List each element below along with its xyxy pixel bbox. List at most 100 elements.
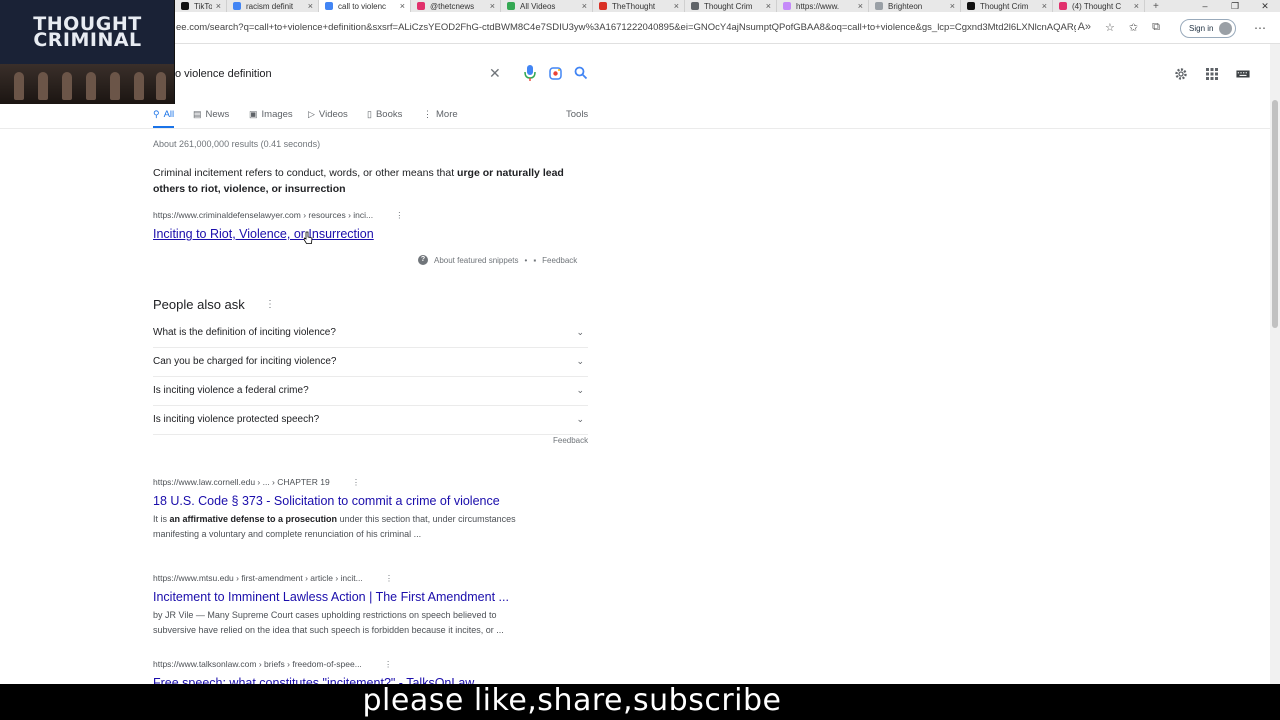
favorites-icon[interactable]: ✩: [1129, 21, 1138, 34]
hand-cursor-icon: [303, 231, 313, 244]
search-icon: ⚲: [153, 109, 160, 119]
browser-tab[interactable]: TikTok ×: [175, 0, 227, 12]
tab-favicon-icon: [233, 2, 241, 10]
browser-tab-strip: TikTok×racism definit×call to violenc×@t…: [0, 0, 1280, 12]
featured-feedback-link[interactable]: Feedback: [542, 256, 577, 265]
browser-tab[interactable]: racism definit ×: [227, 0, 319, 12]
tab-all[interactable]: ⚲ All: [153, 106, 175, 128]
tab-videos-label: Videos: [318, 109, 348, 120]
microphone-icon[interactable]: [524, 64, 536, 82]
restore-icon[interactable]: ❐: [1220, 1, 1250, 12]
clear-search-icon[interactable]: ✕: [489, 65, 501, 82]
panelist-figure: [134, 72, 144, 100]
tab-close-icon[interactable]: ×: [490, 1, 495, 11]
tab-close-icon[interactable]: ×: [674, 1, 679, 11]
minimize-icon[interactable]: –: [1190, 1, 1220, 11]
scrollbar-thumb[interactable]: [1272, 100, 1278, 328]
apps-grid-icon[interactable]: [1205, 67, 1219, 81]
tab-close-icon[interactable]: ×: [308, 1, 313, 11]
browser-tab[interactable]: TheThought ×: [593, 0, 685, 12]
google-lens-icon[interactable]: [549, 67, 562, 80]
tools-button[interactable]: Tools: [566, 106, 588, 128]
search-icon[interactable]: [574, 66, 588, 80]
sign-in-button[interactable]: Sign in: [1180, 19, 1236, 38]
search-input[interactable]: o violence definition: [175, 68, 272, 80]
new-tab-icon[interactable]: +: [1153, 1, 1159, 12]
panelist-figure: [156, 72, 166, 100]
keyboard-icon[interactable]: [1236, 67, 1250, 81]
browser-tab[interactable]: All Videos ×: [501, 0, 593, 12]
browser-tab[interactable]: (4) Thought C ×: [1053, 0, 1145, 12]
browser-tab[interactable]: https://www. ×: [777, 0, 869, 12]
tab-more-label: More: [436, 109, 458, 120]
tab-close-icon[interactable]: ×: [950, 1, 955, 11]
tab-title: https://www.: [796, 1, 840, 11]
tab-news[interactable]: ▤ News: [193, 106, 229, 128]
tab-close-icon[interactable]: ×: [1042, 1, 1047, 11]
chevron-down-icon: ⌄: [576, 327, 584, 337]
more-options-icon[interactable]: ⋮: [352, 477, 361, 487]
close-window-icon[interactable]: ✕: [1250, 1, 1280, 12]
browser-tab[interactable]: @thetcnews ×: [411, 0, 501, 12]
tab-title: All Videos: [520, 1, 556, 11]
panelist-figure: [14, 72, 24, 100]
favorite-star-icon[interactable]: ☆: [1105, 21, 1115, 34]
paa-question[interactable]: Is inciting violence a federal crime? ⌄: [153, 378, 588, 406]
feedback-icon: ▪: [533, 255, 537, 265]
paa-more-options-icon[interactable]: ⋮: [265, 299, 275, 310]
more-options-icon[interactable]: ⋮: [385, 573, 394, 583]
collections-icon[interactable]: ⧉: [1152, 21, 1160, 34]
tab-title: call to violenc: [338, 1, 387, 11]
tab-favicon-icon: [417, 2, 425, 10]
tab-close-icon[interactable]: ×: [582, 1, 587, 11]
featured-snippet-cite: https://www.criminaldefenselawyer.com › …: [153, 210, 404, 221]
chevron-down-icon: ⌄: [576, 385, 584, 395]
tab-favicon-icon: [507, 2, 515, 10]
tab-title: @thetcnews: [430, 1, 475, 11]
tab-books-label: Books: [375, 109, 403, 120]
result-title-link[interactable]: 18 U.S. Code § 373 - Solicitation to com…: [153, 494, 500, 508]
news-icon: ▤: [193, 109, 202, 119]
gear-icon[interactable]: [1174, 67, 1188, 81]
paa-question-text: Is inciting violence protected speech?: [153, 414, 320, 425]
result-title-link[interactable]: Incitement to Imminent Lawless Action | …: [153, 590, 509, 604]
tab-close-icon[interactable]: ×: [766, 1, 771, 11]
more-icon: ⋮: [423, 109, 432, 119]
result-cite-url: https://www.talksonlaw.com › briefs › fr…: [153, 659, 362, 669]
browser-tab[interactable]: Brighteon ×: [869, 0, 961, 12]
paa-question[interactable]: Is inciting violence protected speech? ⌄: [153, 407, 588, 435]
paa-question-text: Can you be charged for inciting violence…: [153, 356, 337, 367]
browser-tab[interactable]: Thought Crim ×: [685, 0, 777, 12]
more-options-icon[interactable]: ⋮: [384, 659, 393, 669]
video-overlay: THOUGHT CRIMINAL: [0, 0, 175, 104]
read-aloud-icon[interactable]: A»: [1078, 21, 1091, 34]
browser-menu-icon[interactable]: ⋯: [1254, 21, 1266, 35]
tab-title: Thought Crim: [704, 1, 753, 11]
tab-close-icon[interactable]: ×: [400, 1, 405, 11]
snippet-plain: Criminal incitement refers to conduct, w…: [153, 167, 458, 179]
tab-books[interactable]: ▯ Books: [367, 106, 402, 128]
tab-videos[interactable]: ▷ Videos: [308, 106, 348, 128]
search-box: o violence definition ✕: [175, 58, 605, 90]
paa-question[interactable]: What is the definition of inciting viole…: [153, 320, 588, 348]
browser-tab[interactable]: call to violenc ×: [319, 0, 411, 12]
books-icon: ▯: [367, 109, 372, 119]
panelist-figure: [38, 72, 48, 100]
snippet-part: It is: [153, 514, 170, 524]
tab-favicon-icon: [691, 2, 699, 10]
featured-snippet-link[interactable]: Inciting to Riot, Violence, or Insurrect…: [153, 227, 374, 241]
paa-question[interactable]: Can you be charged for inciting violence…: [153, 349, 588, 377]
tab-more[interactable]: ⋮ More: [423, 106, 458, 128]
about-featured-snippets-link[interactable]: About featured snippets: [434, 256, 519, 265]
header-actions: [1174, 67, 1250, 81]
url-field[interactable]: ee.com/search?q=call+to+violence+definit…: [176, 22, 1076, 33]
tab-close-icon[interactable]: ×: [858, 1, 863, 11]
tab-images[interactable]: ▣ Images: [249, 106, 293, 128]
tab-close-icon[interactable]: ×: [216, 1, 221, 11]
browser-tab[interactable]: Thought Crim ×: [961, 0, 1053, 12]
page-scrollbar[interactable]: [1270, 44, 1280, 684]
paa-feedback-link[interactable]: Feedback: [553, 436, 588, 445]
more-options-icon[interactable]: ⋮: [395, 210, 404, 220]
tab-close-icon[interactable]: ×: [1134, 1, 1139, 11]
cite-url: https://www.criminaldefenselawyer.com › …: [153, 210, 374, 220]
